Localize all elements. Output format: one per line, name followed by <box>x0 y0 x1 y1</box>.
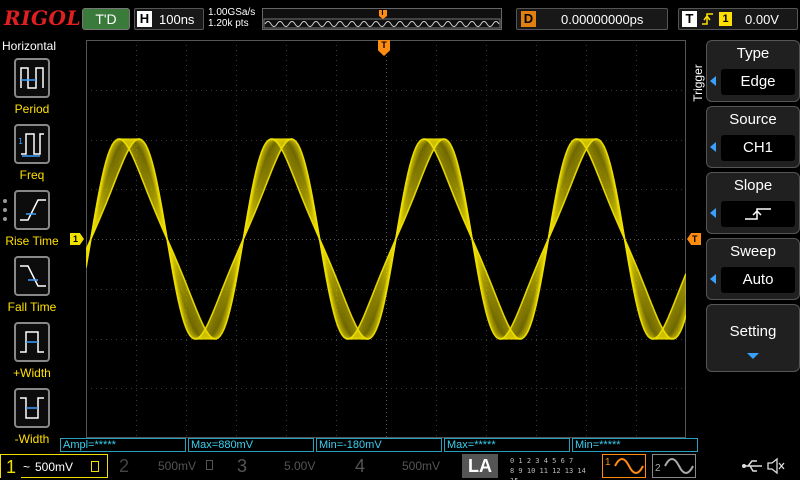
ch2-number: 2 <box>118 456 129 476</box>
waveform-envelope <box>86 138 686 340</box>
logic-row: 0 1 2 3 4 5 6 7 <box>510 457 574 465</box>
arrow-left-icon <box>710 274 716 284</box>
ch2-scale: 500mV <box>158 459 197 473</box>
sine-wave-icon <box>614 458 644 474</box>
source-value: CH1 <box>721 135 795 161</box>
trigger-source-button[interactable]: Source CH1 <box>706 106 800 168</box>
sweep-value: Auto <box>721 267 795 293</box>
source2-status[interactable]: 2 <box>652 454 696 478</box>
ch3-status[interactable]: 3 5.00V <box>232 454 344 478</box>
sample-rate: 1.00GSa/s <box>208 7 256 18</box>
sweep-title: Sweep <box>730 243 776 260</box>
timebase-box[interactable]: H 100ns <box>134 8 204 30</box>
ch2-status[interactable]: 2 500mV <box>114 454 226 478</box>
measurement-item[interactable]: Min=-180mV <box>316 438 442 452</box>
logic-analyzer-button[interactable]: LA <box>462 454 498 478</box>
usb-icon <box>742 460 762 472</box>
logic-row: 8 9 10 11 12 13 14 15 <box>510 467 586 480</box>
rising-slope-icon <box>745 208 771 220</box>
ch1-scale: 500mV <box>35 460 74 474</box>
type-value: Edge <box>721 69 795 95</box>
slope-title: Slope <box>733 177 773 194</box>
measure-positive-width[interactable]: +Width <box>2 320 62 386</box>
rise-time-label: Rise Time <box>5 234 59 248</box>
delay-box[interactable]: D 0.00000000ps <box>516 8 668 30</box>
period-label: Period <box>14 102 50 116</box>
horizontal-measure-panel: Horizontal Period 1 Freq Rise Time Fall … <box>0 36 62 452</box>
timebase-value: 100ns <box>159 12 195 27</box>
trigger-type-button[interactable]: Type Edge <box>706 40 800 102</box>
measurement-bar: Ampl=***** Max=880mV Min=-180mV Max=****… <box>60 438 700 452</box>
measure-freq[interactable]: 1 Freq <box>2 122 62 188</box>
source1-number: 1 <box>605 457 611 468</box>
fall-time-label: Fall Time <box>7 300 57 314</box>
trigger-menu: Trigger Type Edge Source CH1 Slope Sweep… <box>690 36 800 436</box>
delay-label: D <box>521 11 536 27</box>
svg-text:1: 1 <box>18 137 23 146</box>
impedance-icon <box>206 460 213 470</box>
ch3-scale: 5.00V <box>284 459 316 473</box>
top-status-bar: RIGOL T'D H 100ns 1.00GSa/s 1.20k pts T … <box>0 0 800 36</box>
ch4-number: 4 <box>354 456 365 476</box>
measure-period[interactable]: Period <box>2 56 62 122</box>
slope-value <box>721 201 795 227</box>
trigger-sweep-button[interactable]: Sweep Auto <box>706 238 800 300</box>
trigger-slope-button[interactable]: Slope <box>706 172 800 234</box>
memory-depth: 1.20k pts <box>208 18 249 29</box>
ch4-scale: 500mV <box>402 459 441 473</box>
ch4-status[interactable]: 4 500mV <box>350 454 458 478</box>
measure-rise-time[interactable]: Rise Time <box>2 188 62 254</box>
type-title: Type <box>736 45 770 62</box>
trigger-level-value: 0.00V <box>745 12 779 27</box>
arrow-left-icon <box>710 142 716 152</box>
speaker-mute-icon[interactable] <box>766 457 786 475</box>
trigger-position-marker: T <box>380 8 385 17</box>
horizontal-label: H <box>137 11 152 27</box>
impedance-icon <box>91 461 99 472</box>
sine-wave-icon <box>664 458 694 474</box>
trigger-label: T <box>682 11 697 27</box>
run-status-badge[interactable]: T'D <box>82 8 130 30</box>
rigol-logo: RIGOL <box>4 6 82 30</box>
arrow-down-icon <box>747 353 759 359</box>
source2-number: 2 <box>655 463 661 474</box>
source1-status[interactable]: 1 <box>602 454 646 478</box>
waveform-display[interactable] <box>86 40 686 438</box>
channel-status-bar: 1 ~ 500mV 2 500mV 3 5.00V 4 500mV LA 0 1… <box>0 452 800 480</box>
arrow-left-icon <box>710 76 716 86</box>
delay-value: 0.00000000ps <box>561 12 644 27</box>
measure-negative-width[interactable]: -Width <box>2 386 62 452</box>
trigger-status-box[interactable]: T 1 0.00V <box>678 8 798 30</box>
trigger-source-badge: 1 <box>719 12 732 26</box>
ch1-status[interactable]: 1 ~ 500mV <box>0 454 108 479</box>
freq-label: Freq <box>19 168 45 182</box>
period-icon <box>14 58 50 98</box>
panel-title: Horizontal <box>2 39 57 53</box>
ch1-offset-marker[interactable]: 1 <box>70 233 84 245</box>
negative-width-icon <box>14 388 50 428</box>
menu-title: Trigger <box>691 64 705 102</box>
trigger-position-strip[interactable]: T <box>262 8 502 30</box>
ch1-coupling: ~ <box>23 460 31 474</box>
frequency-icon: 1 <box>14 124 50 164</box>
rising-edge-icon <box>702 13 713 25</box>
measurement-item[interactable]: Max=880mV <box>188 438 314 452</box>
ch3-number: 3 <box>236 456 247 476</box>
ch1-waveform <box>86 138 686 340</box>
measurement-item[interactable]: Max=***** <box>444 438 570 452</box>
trigger-setting-button[interactable]: Setting <box>706 304 800 372</box>
measurement-item[interactable]: Ampl=***** <box>60 438 186 452</box>
fall-time-icon <box>14 256 50 296</box>
positive-width-icon <box>14 322 50 362</box>
rise-time-icon <box>14 190 50 230</box>
ch1-number: 1 <box>1 455 21 479</box>
source-title: Source <box>729 111 777 128</box>
arrow-left-icon <box>710 208 716 218</box>
measurement-item[interactable]: Min=***** <box>572 438 698 452</box>
positive-width-label: +Width <box>13 366 51 380</box>
measure-fall-time[interactable]: Fall Time <box>2 254 62 320</box>
setting-label: Setting <box>729 323 777 340</box>
logic-channel-grid: 0 1 2 3 4 5 6 7 8 9 10 11 12 13 14 15 <box>510 456 598 480</box>
negative-width-label: -Width <box>14 432 50 446</box>
